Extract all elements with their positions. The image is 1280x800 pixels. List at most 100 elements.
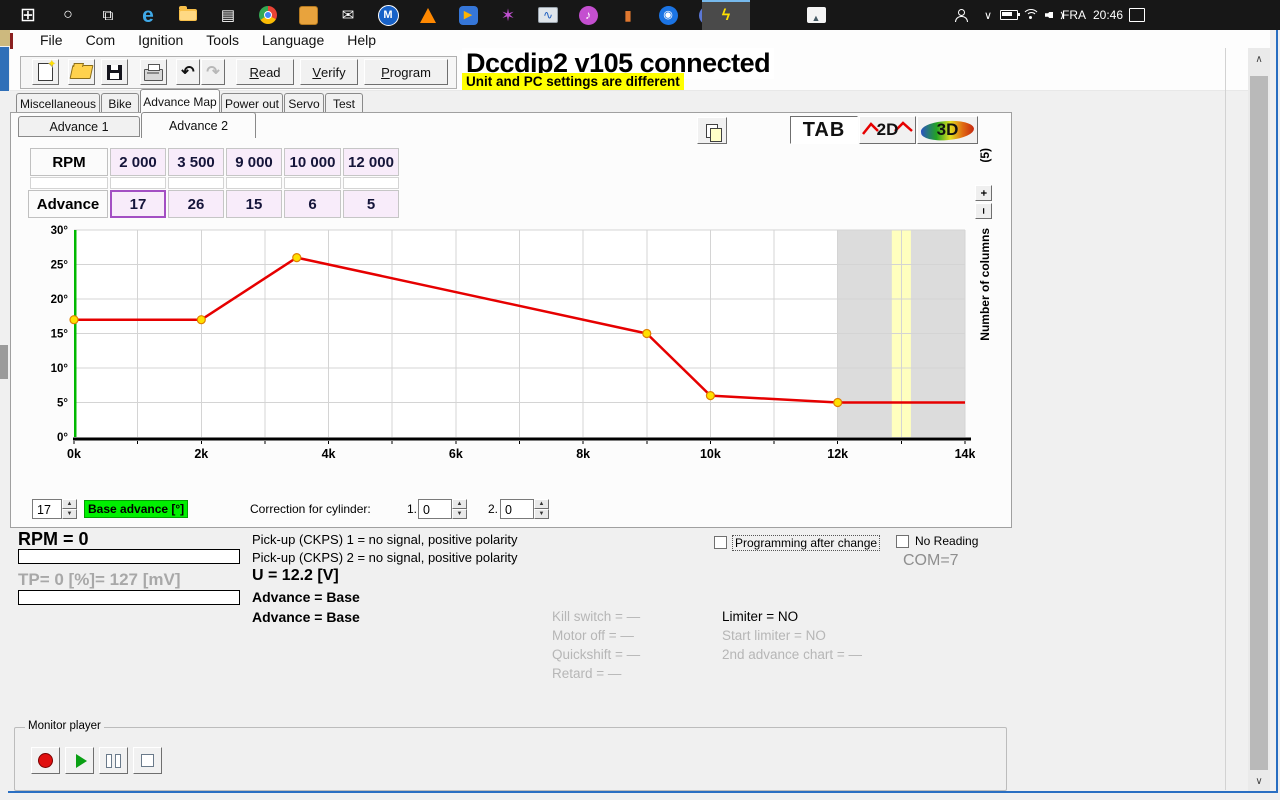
cyl2-label: 2. <box>488 502 499 516</box>
menu-com[interactable]: Com <box>84 32 118 48</box>
rpm-cell[interactable]: 10 000 <box>284 148 341 176</box>
sticky-notes-icon[interactable] <box>288 0 328 30</box>
tab-bike[interactable]: Bike <box>101 93 139 113</box>
task-view-icon[interactable]: ⧉ <box>88 0 128 30</box>
file-explorer-icon[interactable] <box>168 0 208 30</box>
program-button[interactable]: Program <box>364 59 448 85</box>
rpm-cell[interactable]: 3 500 <box>168 148 224 176</box>
rpm-cell[interactable]: 2 000 <box>110 148 166 176</box>
advance-cell-selected[interactable]: 17 <box>110 190 166 218</box>
cyl1-correction-input[interactable] <box>418 499 452 519</box>
app-icon-sliver <box>10 33 13 49</box>
verify-button[interactable]: Verify <box>300 59 358 85</box>
svg-text:10k: 10k <box>700 447 721 461</box>
advance-cell[interactable]: 5 <box>343 190 399 218</box>
table-spacer <box>168 177 224 189</box>
read-button[interactable]: Read <box>236 59 294 85</box>
settings-warning-banner: Unit and PC settings are different <box>462 73 684 90</box>
add-column-button[interactable]: + <box>975 185 992 201</box>
advance-cell[interactable]: 6 <box>284 190 341 218</box>
cyl1-spinner[interactable]: ▲ ▼ <box>452 499 467 519</box>
monitor-player-group: Monitor player <box>14 720 1007 791</box>
svg-text:2k: 2k <box>194 447 208 461</box>
save-file-button[interactable] <box>101 59 128 85</box>
subtab-advance-1[interactable]: Advance 1 <box>18 116 140 137</box>
play-button[interactable] <box>65 747 94 774</box>
menu-language[interactable]: Language <box>260 32 326 48</box>
svg-text:25°: 25° <box>51 260 69 272</box>
menu-file[interactable]: File <box>38 32 65 48</box>
programming-after-change-label[interactable]: Programming after change <box>732 535 881 551</box>
base-advance-input[interactable] <box>32 499 62 519</box>
table-spacer <box>110 177 166 189</box>
people-icon[interactable] <box>948 0 974 30</box>
mobile-device-icon[interactable]: ▮ <box>608 0 648 30</box>
pause-button[interactable] <box>99 747 128 774</box>
itunes-icon[interactable]: ♪ <box>568 0 608 30</box>
messenger-icon[interactable]: ◉ <box>648 0 688 30</box>
media-player-icon[interactable]: ▶ <box>448 0 488 30</box>
copy-chart-button[interactable] <box>697 117 727 144</box>
svg-text:0k: 0k <box>67 447 81 461</box>
action-center-icon[interactable] <box>1122 0 1152 30</box>
ignition-app-icon[interactable]: ϟ <box>702 0 750 30</box>
rpm-cell[interactable]: 12 000 <box>343 148 399 176</box>
view-2d-button[interactable]: 2D <box>859 116 916 144</box>
rpm-cell[interactable]: 9 000 <box>226 148 282 176</box>
save-floppy-icon <box>107 64 122 80</box>
window-border-right <box>1276 30 1278 792</box>
mail-icon[interactable]: ✉ <box>328 0 368 30</box>
m-app-icon[interactable]: M <box>368 0 408 30</box>
menu-bar: File Com Ignition Tools Language Help <box>38 32 378 48</box>
second-advance-chart-status: 2nd advance chart = — <box>722 647 862 662</box>
menu-tools[interactable]: Tools <box>204 32 241 48</box>
menu-ignition[interactable]: Ignition <box>136 32 185 48</box>
menu-help[interactable]: Help <box>345 32 378 48</box>
cyl2-correction-input[interactable] <box>500 499 534 519</box>
subtab-advance-2[interactable]: Advance 2 <box>141 112 256 138</box>
tab-power-out[interactable]: Power out <box>221 93 283 113</box>
vlc-icon[interactable] <box>408 0 448 30</box>
start-icon[interactable]: ⊞ <box>8 0 48 30</box>
svg-text:6k: 6k <box>449 447 463 461</box>
record-button[interactable] <box>31 747 60 774</box>
stop-icon <box>141 754 154 767</box>
scroll-down-icon[interactable]: ∨ <box>1248 772 1270 790</box>
tab-miscellaneous[interactable]: Miscellaneous <box>16 93 100 113</box>
windows-taskbar: ⊞○⧉e▤✉M▶✶∿♪▮◉Sϟ▲ ∨ FRA 20:46 <box>0 0 1280 30</box>
remove-column-button[interactable]: − <box>975 203 992 219</box>
edge-icon[interactable]: e <box>128 0 168 30</box>
tab-servo[interactable]: Servo <box>284 93 324 113</box>
scroll-up-icon[interactable]: ∧ <box>1248 50 1270 68</box>
cyl2-spinner[interactable]: ▲ ▼ <box>534 499 549 519</box>
stop-button[interactable] <box>133 747 162 774</box>
base-advance-spinner[interactable]: ▲ ▼ <box>62 499 77 519</box>
system-monitor-icon[interactable]: ∿ <box>528 0 568 30</box>
no-reading-label[interactable]: No Reading <box>915 534 978 548</box>
base-advance-label: Base advance [°] <box>84 500 189 518</box>
view-3d-button[interactable]: 3D <box>917 116 978 144</box>
rpm-row-header: RPM <box>30 148 108 176</box>
table-spacer <box>343 177 399 189</box>
view-tab-button[interactable]: TAB <box>790 116 858 144</box>
tab-advance-map[interactable]: Advance Map <box>140 89 220 113</box>
tab-test[interactable]: Test <box>325 93 363 113</box>
undo-button[interactable]: ↶ <box>176 59 200 85</box>
search-icon[interactable]: ○ <box>48 0 88 30</box>
advance-curve-chart[interactable]: 0k 2k 4k 6k 8k 10k 12k 14k 0° 5° 10° 15° 20° 25° 30° <box>40 222 975 467</box>
programming-after-change-checkbox[interactable] <box>714 536 727 549</box>
record-icon <box>38 753 53 768</box>
no-reading-checkbox[interactable] <box>896 535 909 548</box>
store-icon[interactable]: ▤ <box>208 0 248 30</box>
redo-button[interactable]: ↷ <box>201 59 225 85</box>
chrome-icon[interactable] <box>248 0 288 30</box>
open-file-button[interactable] <box>68 59 95 85</box>
photos-icon[interactable]: ▲ <box>796 0 836 30</box>
advance-cell[interactable]: 26 <box>168 190 224 218</box>
new-file-button[interactable]: ✦ <box>32 59 59 85</box>
graphics-tool-icon[interactable]: ✶ <box>488 0 528 30</box>
advance-cell[interactable]: 15 <box>226 190 282 218</box>
scrollbar-thumb[interactable] <box>1250 76 1268 770</box>
print-button[interactable] <box>140 59 167 85</box>
quickshift-status: Quickshift = — <box>552 647 641 662</box>
